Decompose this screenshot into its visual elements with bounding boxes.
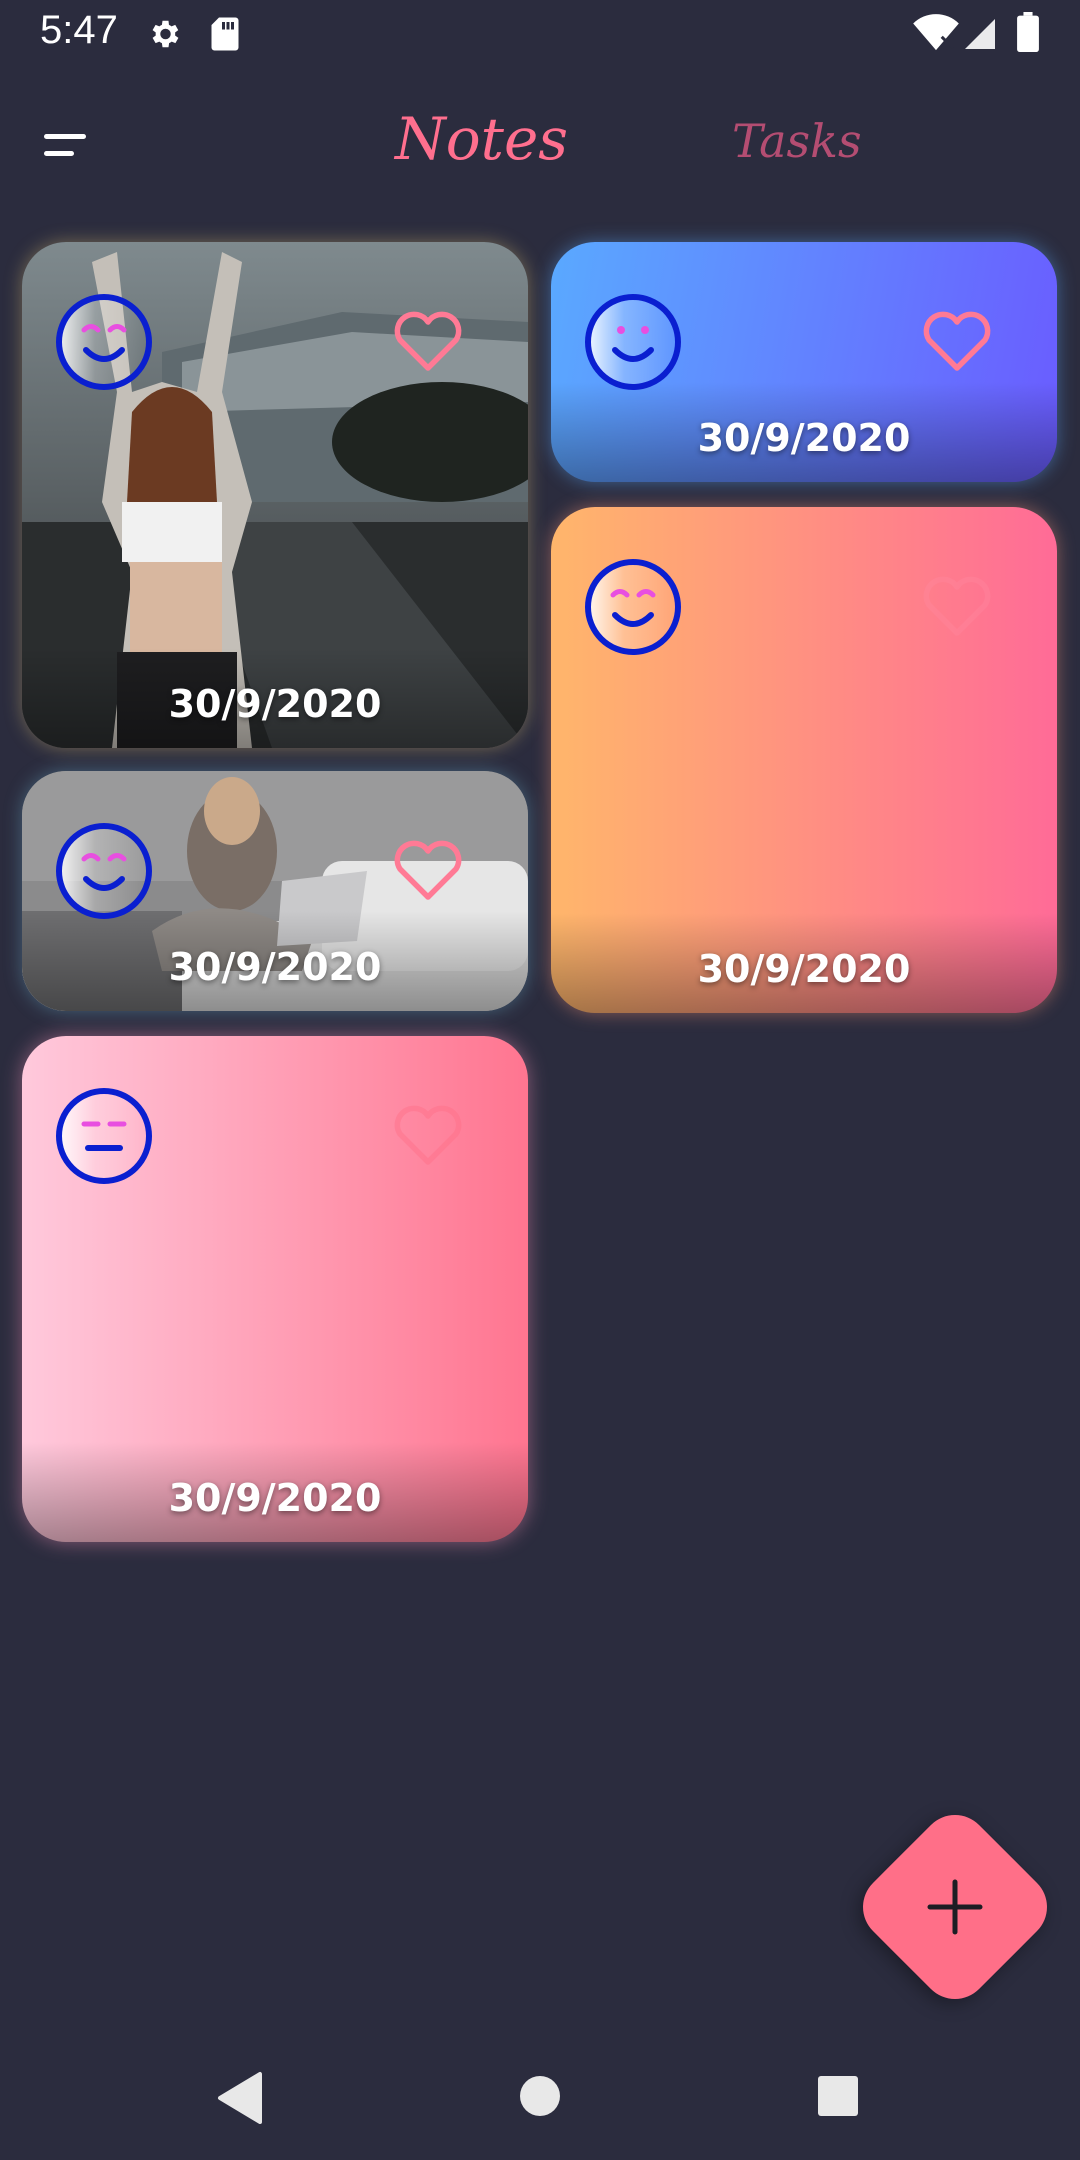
note-card[interactable]: 30/9/2020 [22, 771, 528, 1011]
status-time: 5:47 [40, 8, 118, 52]
tab-notes[interactable]: Notes [395, 105, 568, 173]
smiling-face-icon [56, 294, 152, 390]
recents-icon[interactable] [816, 2074, 860, 2118]
note-card[interactable]: 30/9/2020 [551, 242, 1057, 482]
note-card[interactable]: 30/9/2020 [22, 1036, 528, 1542]
note-date: 30/9/2020 [168, 682, 382, 726]
back-icon[interactable] [216, 2070, 264, 2126]
heart-icon[interactable] [392, 839, 464, 903]
heart-icon[interactable] [392, 310, 464, 374]
tab-tasks[interactable]: Tasks [732, 114, 862, 168]
neutral-face-icon [56, 1088, 152, 1184]
navigation-bar [0, 2040, 1080, 2160]
note-date: 30/9/2020 [168, 1476, 382, 1520]
heart-icon[interactable] [921, 310, 993, 374]
sd-card-icon [211, 17, 239, 51]
heart-icon[interactable] [921, 575, 993, 639]
note-date: 30/9/2020 [168, 945, 382, 989]
smiling-face-icon [585, 559, 681, 655]
plus-icon [927, 1879, 983, 1935]
battery-icon [1017, 12, 1039, 52]
note-date: 30/9/2020 [697, 947, 911, 991]
note-date: 30/9/2020 [697, 416, 911, 460]
home-icon[interactable] [518, 2074, 562, 2118]
note-card[interactable]: 30/9/2020 [22, 242, 528, 748]
note-card[interactable]: 30/9/2020 [551, 507, 1057, 1013]
app-bar: Notes Tasks [0, 90, 1080, 200]
signal-icon [965, 19, 995, 49]
smiling-face-icon [56, 823, 152, 919]
menu-button[interactable] [40, 126, 90, 166]
smiling-face-icon [585, 294, 681, 390]
heart-icon[interactable] [392, 1104, 464, 1168]
wifi-icon [913, 14, 959, 51]
menu-icon [44, 134, 86, 156]
settings-icon [152, 20, 179, 48]
status-bar: 5:47 [0, 0, 1080, 66]
